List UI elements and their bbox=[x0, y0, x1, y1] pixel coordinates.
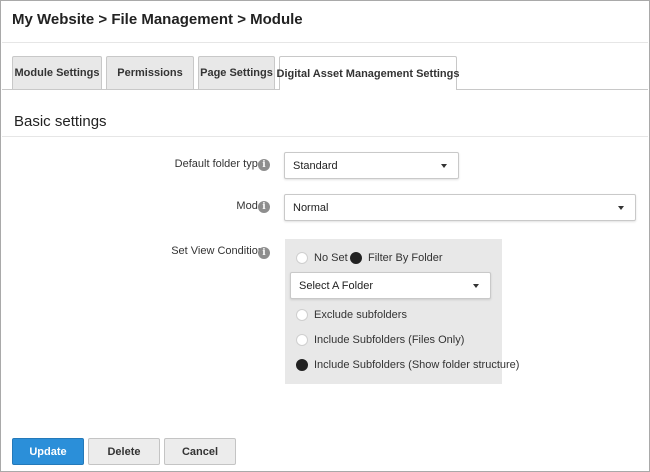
folder-type-dropdown[interactable]: Standard bbox=[284, 152, 459, 179]
section-divider bbox=[2, 136, 648, 137]
update-button[interactable]: Update bbox=[12, 438, 84, 465]
tab-permissions[interactable]: Permissions bbox=[106, 56, 194, 89]
title-divider bbox=[2, 42, 648, 43]
tab-module-settings[interactable]: Module Settings bbox=[12, 56, 102, 89]
view-condition-panel: No Set Filter By Folder Select A Folder … bbox=[285, 239, 519, 384]
include-subfolders-files-only-label: Include Subfolders (Files Only) bbox=[314, 334, 465, 346]
select-folder-dropdown[interactable]: Select A Folder bbox=[290, 272, 491, 299]
info-icon[interactable]: i bbox=[258, 247, 270, 259]
include-subfolders-structure-radio[interactable] bbox=[296, 359, 308, 371]
module-settings-window: My Website > File Management > Module Mo… bbox=[0, 0, 650, 472]
no-set-label: No Set bbox=[314, 252, 348, 264]
view-condition-label: Set View Condition: bbox=[171, 245, 267, 257]
folder-type-label: Default folder type: bbox=[174, 158, 267, 170]
cancel-button[interactable]: Cancel bbox=[164, 438, 236, 465]
no-set-radio[interactable] bbox=[296, 252, 308, 264]
mode-dropdown[interactable]: Normal bbox=[284, 194, 636, 221]
chevron-down-icon bbox=[473, 284, 479, 288]
info-icon[interactable]: i bbox=[258, 159, 270, 171]
filter-by-folder-label: Filter By Folder bbox=[368, 252, 443, 264]
info-icon[interactable]: i bbox=[258, 201, 270, 213]
delete-button[interactable]: Delete bbox=[88, 438, 160, 465]
exclude-subfolders-label: Exclude subfolders bbox=[314, 309, 407, 321]
mode-value: Normal bbox=[293, 201, 329, 214]
chevron-down-icon bbox=[441, 164, 447, 168]
chevron-down-icon bbox=[618, 206, 624, 210]
page-title: My Website > File Management > Module bbox=[12, 11, 303, 28]
select-folder-value: Select A Folder bbox=[299, 279, 373, 292]
filter-by-folder-radio[interactable] bbox=[350, 252, 362, 264]
include-subfolders-files-only-radio[interactable] bbox=[296, 334, 308, 346]
exclude-subfolders-radio[interactable] bbox=[296, 309, 308, 321]
section-title: Basic settings bbox=[14, 113, 107, 130]
include-subfolders-structure-label: Include Subfolders (Show folder structur… bbox=[314, 359, 520, 371]
tab-page-settings[interactable]: Page Settings bbox=[198, 56, 275, 89]
folder-type-value: Standard bbox=[293, 159, 338, 172]
tab-digital-asset-management-settings[interactable]: Digital Asset Management Settings bbox=[277, 56, 459, 90]
